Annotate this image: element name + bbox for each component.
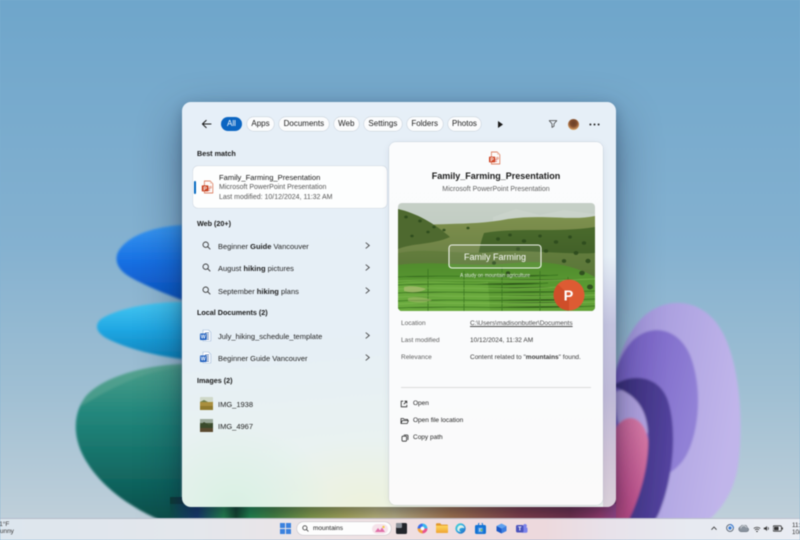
svg-text:P: P — [564, 289, 574, 305]
svg-text:P: P — [203, 186, 207, 192]
svg-text:Family Farming: Family Farming — [464, 252, 526, 262]
svg-text:W: W — [201, 335, 206, 341]
svg-text:W: W — [201, 357, 206, 363]
svg-text:A study on mountain agricultur: A study on mountain agriculture — [460, 273, 530, 279]
